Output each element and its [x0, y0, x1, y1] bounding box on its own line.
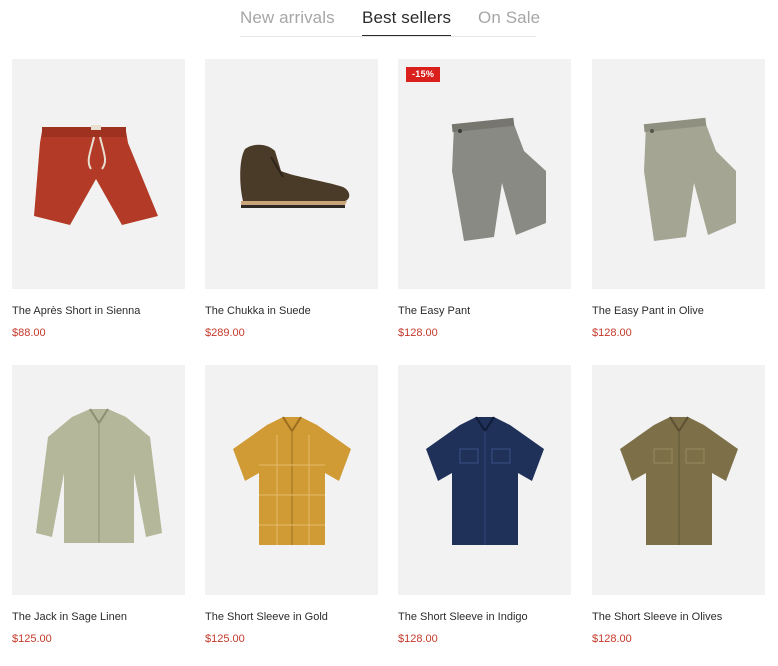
product-title[interactable]: The Short Sleeve in Olives [592, 611, 722, 623]
sage-shirt-image [36, 408, 162, 543]
product-title[interactable]: The Easy Pant [398, 305, 470, 317]
collection-tabs: New arrivals Best sellers On Sale [240, 0, 540, 37]
discount-badge: -15% [406, 67, 441, 82]
tab-new-arrivals[interactable]: New arrivals [240, 8, 335, 28]
product-price: $289.00 [205, 327, 245, 339]
product-image[interactable] [205, 59, 378, 289]
olive-shirt-image [620, 416, 738, 545]
indigo-shirt-image [426, 416, 544, 545]
grey-pants-image [451, 117, 546, 241]
product-image[interactable] [592, 59, 765, 289]
product-title[interactable]: The Short Sleeve in Indigo [398, 611, 528, 623]
product-price: $128.00 [592, 327, 632, 339]
product-price: $125.00 [12, 633, 52, 645]
product-image[interactable] [205, 365, 378, 595]
product-image[interactable] [592, 365, 765, 595]
product-price: $125.00 [205, 633, 245, 645]
olive-pants-image [643, 117, 736, 241]
product-title[interactable]: The Jack in Sage Linen [12, 611, 127, 623]
product-title[interactable]: The Chukka in Suede [205, 305, 311, 317]
product-image[interactable] [12, 365, 185, 595]
product-price: $88.00 [12, 327, 46, 339]
product-title[interactable]: The Short Sleeve in Gold [205, 611, 328, 623]
product-image[interactable]: -15% [398, 59, 571, 289]
product-image[interactable] [398, 365, 571, 595]
product-price: $128.00 [398, 633, 438, 645]
product-title[interactable]: The Easy Pant in Olive [592, 305, 704, 317]
product-title[interactable]: The Après Short in Sienna [12, 305, 140, 317]
suede-boot-image [240, 144, 350, 208]
tab-on-sale[interactable]: On Sale [478, 8, 540, 28]
gold-shirt-image [233, 416, 351, 545]
product-image[interactable] [12, 59, 185, 289]
product-price: $128.00 [398, 327, 438, 339]
product-price: $128.00 [592, 633, 632, 645]
tab-best-sellers[interactable]: Best sellers [362, 8, 452, 36]
red-shorts-image [34, 125, 158, 225]
